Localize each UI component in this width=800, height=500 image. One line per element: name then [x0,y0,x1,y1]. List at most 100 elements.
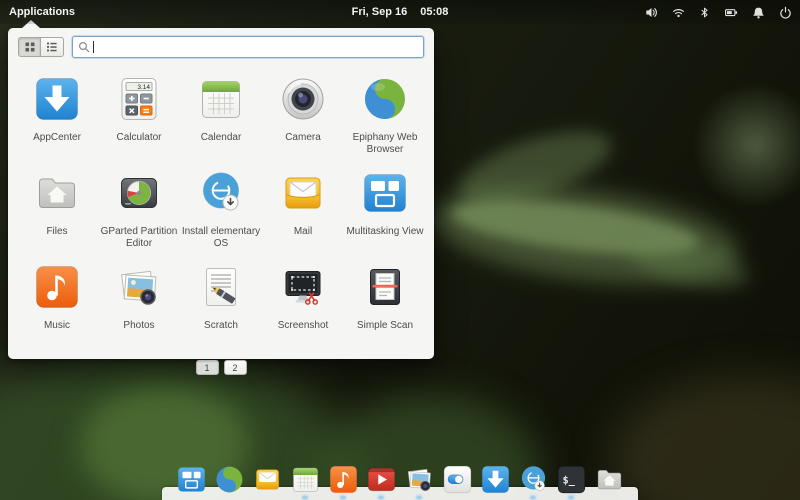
music-icon [328,464,359,495]
multitasking-icon [361,169,409,222]
page-switcher: 1 2 [8,360,434,375]
app-files[interactable]: Files [16,162,98,256]
app-mail[interactable]: Mail [262,162,344,256]
app-multitasking-view[interactable]: Multitasking View [344,162,426,256]
screenshot-icon [279,263,327,316]
app-label: Install elementary OS [181,226,261,249]
dock-mail[interactable] [252,464,283,495]
app-gparted[interactable]: GParted Partition Editor [98,162,180,256]
page-1-button[interactable]: 1 [196,360,219,375]
terminal-icon: $_ [556,464,587,495]
photos-icon [404,464,435,495]
epiphany-icon [361,75,409,128]
app-photos[interactable]: Photos [98,256,180,350]
app-scratch[interactable]: Scratch [180,256,262,350]
page-2-button[interactable]: 2 [224,360,247,375]
files-icon [33,169,81,222]
install-elementary-icon [518,464,549,495]
appcenter-icon [33,75,81,128]
wifi-icon[interactable] [672,6,685,19]
calendar-icon [290,464,321,495]
notifications-icon[interactable] [752,6,765,19]
scratch-icon [197,263,245,316]
view-toggle-group [18,37,64,57]
calculator-display-text: 3.14 [137,84,150,91]
grid-view-icon [24,41,36,53]
dock-multitasking-view[interactable] [176,464,207,495]
gparted-icon [115,169,163,222]
app-label: Music [44,320,70,332]
appcenter-icon [480,464,511,495]
app-label: Simple Scan [357,320,413,332]
dock-calendar[interactable] [290,464,321,495]
search-input[interactable] [96,40,418,54]
mail-icon [279,169,327,222]
text-cursor [93,41,94,53]
app-simple-scan[interactable]: Simple Scan [344,256,426,350]
videos-icon [366,464,397,495]
launcher-header [8,28,434,64]
app-calculator[interactable]: 3.14 Calculator [98,68,180,162]
dock-system-settings[interactable] [442,464,473,495]
panel-indicators [645,6,800,19]
music-icon [33,263,81,316]
dock-install-elementary[interactable] [518,464,549,495]
power-icon[interactable] [779,6,792,19]
desktop: Applications Fri, Sep 16 05:08 [0,0,800,500]
app-label: Photos [123,320,154,332]
mail-icon [252,464,283,495]
app-label: Epiphany Web Browser [345,132,425,155]
applications-label: Applications [9,6,75,18]
bluetooth-icon[interactable] [699,6,710,19]
date-text: Fri, Sep 16 [352,6,408,18]
app-label: Calculator [116,132,161,144]
top-panel: Applications Fri, Sep 16 05:08 [0,0,800,24]
list-view-button[interactable] [41,37,64,57]
install-elementary-icon [197,169,245,222]
search-icon [78,41,90,53]
applications-launcher: AppCenter 3.14 Calculator Calendar Camer… [8,28,434,359]
app-appcenter[interactable]: AppCenter [16,68,98,162]
dock-videos[interactable] [366,464,397,495]
photos-icon [115,263,163,316]
app-label: GParted Partition Editor [99,226,179,249]
dock-appcenter[interactable] [480,464,511,495]
grid-view-button[interactable] [18,37,41,57]
app-grid: AppCenter 3.14 Calculator Calendar Camer… [8,64,434,350]
dock-files[interactable] [594,464,625,495]
files-icon [594,464,625,495]
app-music[interactable]: Music [16,256,98,350]
dock-photos[interactable] [404,464,435,495]
system-settings-icon [442,464,473,495]
app-label: AppCenter [33,132,81,144]
app-label: Multitasking View [346,226,423,238]
app-install-elementary[interactable]: Install elementary OS [180,162,262,256]
dock-music[interactable] [328,464,359,495]
dock-items: $_ [168,464,632,495]
app-label: Scratch [204,320,238,332]
search-field[interactable] [72,36,424,58]
calendar-icon [197,75,245,128]
epiphany-icon [214,464,245,495]
app-calendar[interactable]: Calendar [180,68,262,162]
simple-scan-icon [361,263,409,316]
dock-terminal[interactable]: $_ [556,464,587,495]
dock-epiphany[interactable] [214,464,245,495]
battery-icon[interactable] [724,6,738,19]
app-camera[interactable]: Camera [262,68,344,162]
list-view-icon [46,41,58,53]
time-text: 05:08 [420,6,448,18]
app-label: Calendar [201,132,242,144]
app-epiphany[interactable]: Epiphany Web Browser [344,68,426,162]
calculator-icon: 3.14 [115,75,163,128]
app-label: Mail [294,226,312,238]
app-screenshot[interactable]: Screenshot [262,256,344,350]
terminal-glyph: $_ [562,474,575,486]
app-label: Screenshot [278,320,329,332]
volume-icon[interactable] [645,6,658,19]
applications-menu-button[interactable]: Applications [0,6,75,18]
multitasking-view-icon [176,464,207,495]
app-label: Camera [285,132,321,144]
app-label: Files [46,226,67,238]
clock[interactable]: Fri, Sep 16 05:08 [352,6,449,18]
